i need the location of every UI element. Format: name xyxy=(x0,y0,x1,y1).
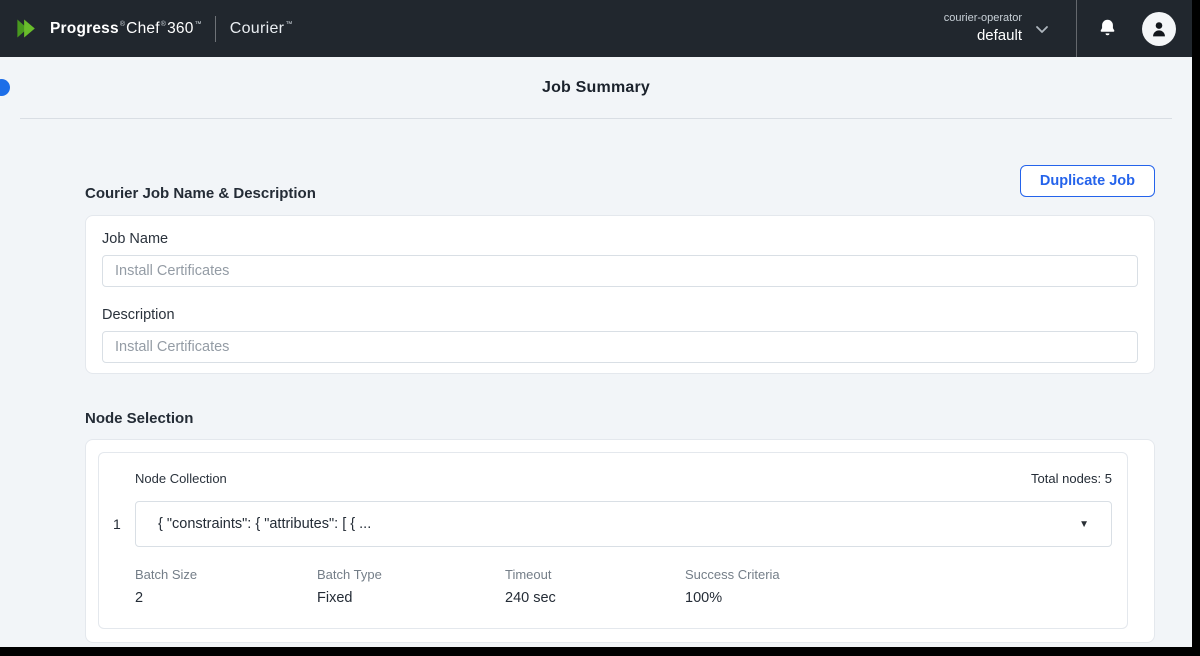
header-right-area: courier-operator default xyxy=(944,0,1176,57)
stat-batch-size: Batch Size 2 xyxy=(135,567,317,606)
top-nav-bar: Progress®Chef®360™ Courier™ courier-oper… xyxy=(0,0,1192,57)
brand-360: 360 xyxy=(167,20,193,37)
total-nodes-label: Total nodes: 5 xyxy=(1031,471,1112,486)
title-divider xyxy=(20,118,1172,119)
stat-success-criteria: Success Criteria 100% xyxy=(685,567,780,606)
brand-mark-3: ™ xyxy=(195,21,202,28)
brand-area: Progress®Chef®360™ Courier™ xyxy=(14,15,294,42)
constraint-row: 1 { "constraints": { "attributes": [ { .… xyxy=(113,501,1112,547)
brand-chef: Chef xyxy=(126,20,160,37)
product-mark: ™ xyxy=(285,21,292,28)
brand-mark-2: ® xyxy=(161,21,166,28)
job-section-header-row: Courier Job Name & Description Duplicate… xyxy=(85,165,1155,202)
brand-name: Progress®Chef®360™ xyxy=(50,20,203,38)
row-index: 1 xyxy=(113,516,127,532)
constraint-preview-text: { "constraints": { "attributes": [ { ... xyxy=(158,516,371,532)
job-details-card: Job Name Description xyxy=(85,215,1155,374)
stat-label: Success Criteria xyxy=(685,567,780,582)
stat-label: Batch Type xyxy=(317,567,505,582)
tenant-switcher[interactable]: courier-operator default xyxy=(944,11,1022,46)
stat-label: Timeout xyxy=(505,567,685,582)
app-window: Progress®Chef®360™ Courier™ courier-oper… xyxy=(0,0,1192,647)
brand-progress: Progress xyxy=(50,20,119,37)
progress-logo-icon xyxy=(14,15,41,42)
brand-divider xyxy=(215,16,216,42)
stat-value: 100% xyxy=(685,590,780,606)
description-field-group: Description xyxy=(102,307,1138,363)
product-label: Courier xyxy=(230,20,285,37)
tenant-value-label: default xyxy=(944,26,1022,46)
bell-icon[interactable] xyxy=(1097,18,1118,39)
tenant-org-label: courier-operator xyxy=(944,11,1022,26)
node-section-heading: Node Selection xyxy=(85,410,1155,427)
node-selection-card: Node Collection Total nodes: 5 1 { "cons… xyxy=(85,439,1155,643)
job-name-input[interactable] xyxy=(102,255,1138,287)
node-collection-header-row: Node Collection Total nodes: 5 xyxy=(135,471,1112,486)
duplicate-job-button[interactable]: Duplicate Job xyxy=(1020,165,1155,197)
caret-down-icon: ▼ xyxy=(1079,519,1089,530)
stat-value: 2 xyxy=(135,590,317,606)
stat-value: Fixed xyxy=(317,590,505,606)
main-content: Courier Job Name & Description Duplicate… xyxy=(85,165,1155,643)
page-header: Job Summary xyxy=(0,57,1192,119)
node-collection-label: Node Collection xyxy=(135,471,227,486)
constraint-dropdown[interactable]: { "constraints": { "attributes": [ { ...… xyxy=(135,501,1112,547)
chevron-down-icon[interactable] xyxy=(1034,21,1050,37)
job-name-field-group: Job Name xyxy=(102,231,1138,287)
stat-label: Batch Size xyxy=(135,567,317,582)
description-input[interactable] xyxy=(102,331,1138,363)
batch-stats-row: Batch Size 2 Batch Type Fixed Timeout 24… xyxy=(135,567,1112,606)
description-label: Description xyxy=(102,307,1138,323)
user-avatar-icon[interactable] xyxy=(1142,12,1176,46)
brand-mark-1: ® xyxy=(120,21,125,28)
node-collection-card: Node Collection Total nodes: 5 1 { "cons… xyxy=(98,452,1128,629)
job-section-heading: Courier Job Name & Description xyxy=(85,185,316,202)
stat-value: 240 sec xyxy=(505,590,685,606)
header-divider xyxy=(1076,0,1077,57)
product-name: Courier™ xyxy=(230,20,294,38)
stat-timeout: Timeout 240 sec xyxy=(505,567,685,606)
page-title: Job Summary xyxy=(0,79,1192,97)
stat-batch-type: Batch Type Fixed xyxy=(317,567,505,606)
job-name-label: Job Name xyxy=(102,231,1138,247)
